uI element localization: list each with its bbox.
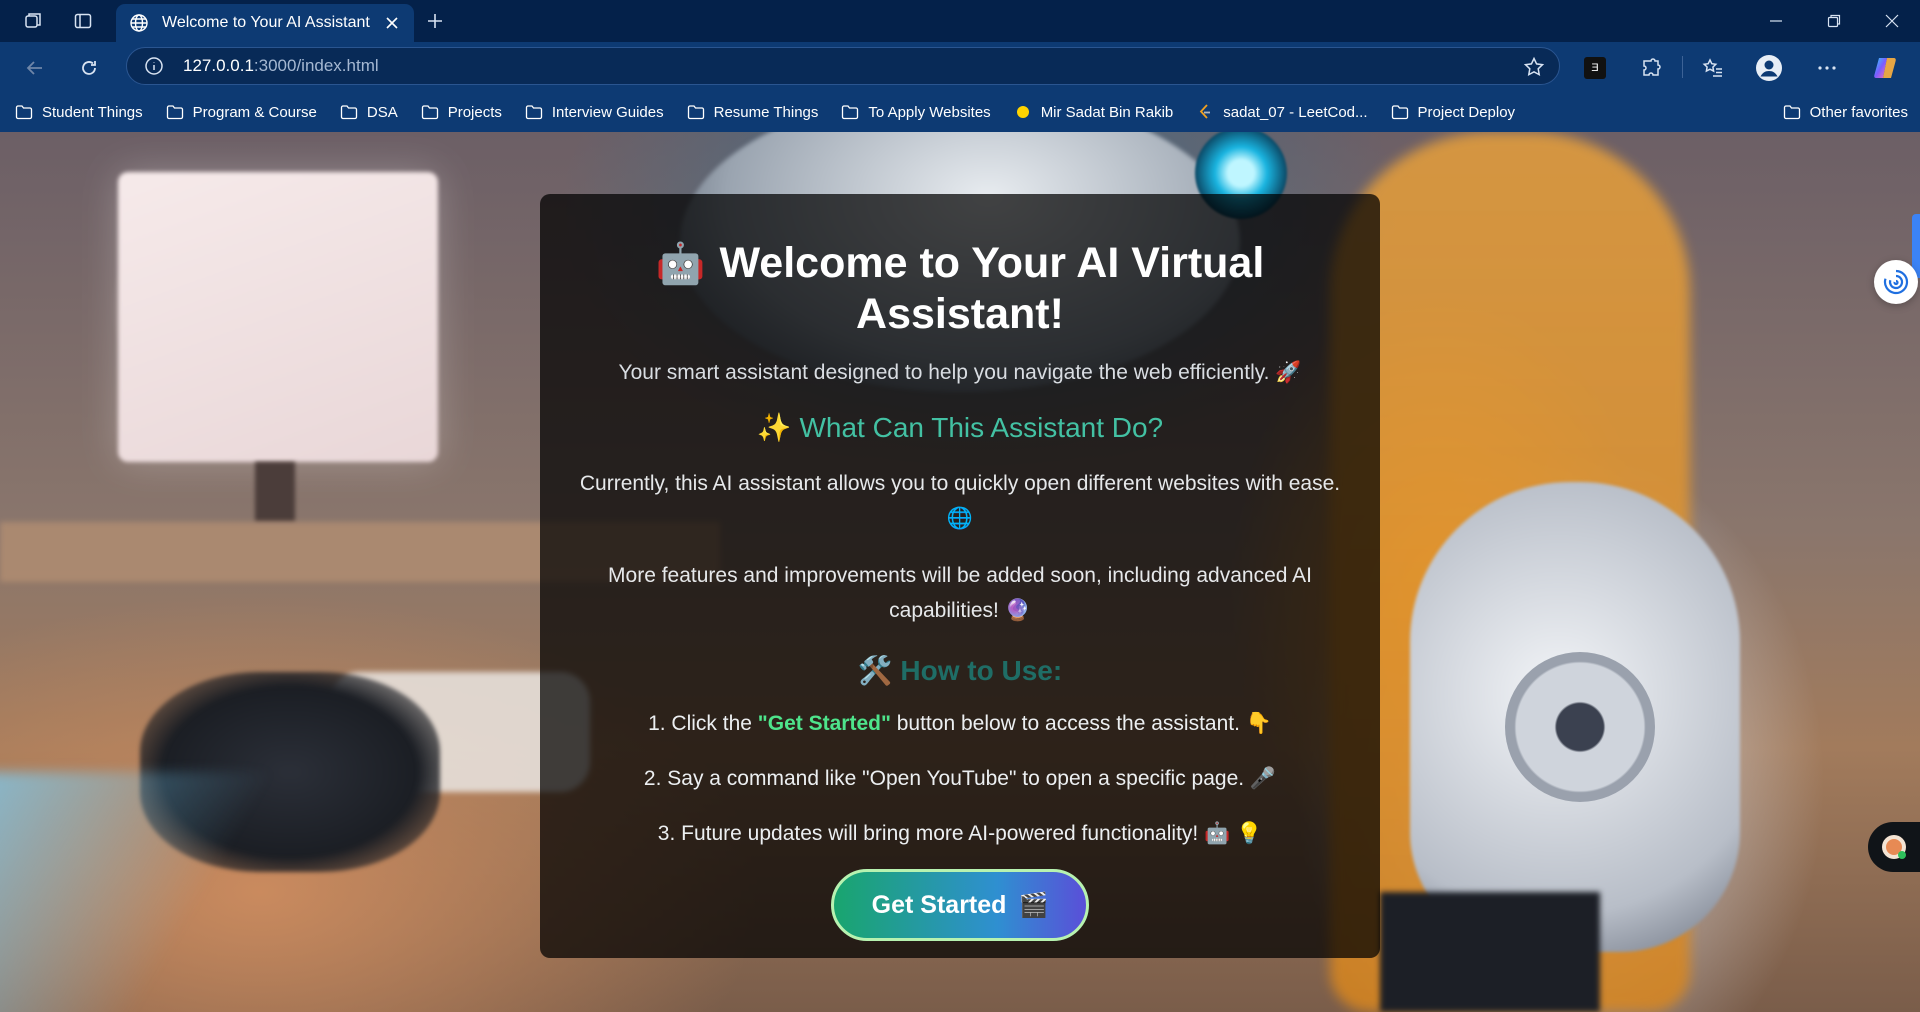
get-started-label: Get Started [871, 890, 1007, 919]
bookmark-dsa[interactable]: DSA [339, 103, 398, 121]
back-icon[interactable] [18, 52, 52, 84]
bookmark-leetcode[interactable]: sadat_07 - LeetCod... [1195, 103, 1368, 121]
bookmark-program-course[interactable]: Program & Course [165, 103, 317, 121]
browser-tab-active[interactable]: Welcome to Your AI Assistant [116, 4, 414, 42]
page-viewport: 🤖 Welcome to Your AI Virtual Assistant! Y… [0, 132, 1920, 1012]
extension-icon[interactable]: Ǝ [1578, 52, 1612, 84]
leetcode-icon [1195, 103, 1215, 121]
background-robot-joint [1505, 652, 1655, 802]
page-subtitle: Your smart assistant designed to help yo… [618, 361, 1302, 384]
close-window-icon[interactable] [1864, 0, 1920, 42]
refresh-icon[interactable] [72, 52, 106, 84]
minimize-icon[interactable] [1748, 0, 1804, 42]
folder-icon [840, 103, 860, 121]
step-1-suffix: button below to access the assistant. 👇 [890, 712, 1272, 735]
page-title: 🤖 Welcome to Your AI Virtual Assistant! [610, 238, 1310, 339]
browser-navbar: 127.0.0.1:3000/index.html Ǝ [0, 42, 1920, 92]
tab-actions-icon[interactable] [70, 8, 96, 34]
bookmark-label: Projects [447, 103, 502, 121]
bookmark-resume-things[interactable]: Resume Things [686, 103, 819, 121]
folder-icon [165, 103, 185, 121]
folder-icon [686, 103, 706, 121]
bookmark-label: Program & Course [192, 103, 317, 121]
folder-icon [420, 103, 440, 121]
bookmark-label: Mir Sadat Bin Rakib [1040, 103, 1174, 121]
bookmark-label: Project Deploy [1417, 103, 1516, 121]
step-3: 3. Future updates will bring more AI-pow… [657, 822, 1263, 845]
background-monitor [118, 172, 438, 462]
more-options-icon[interactable] [1810, 52, 1844, 84]
bookmark-label: sadat_07 - LeetCod... [1223, 103, 1368, 121]
bookmark-interview-guides[interactable]: Interview Guides [524, 103, 664, 121]
close-tab-icon[interactable] [382, 13, 402, 33]
url-path: :3000/index.html [253, 56, 379, 75]
tab-title: Welcome to Your AI Assistant [162, 14, 370, 31]
welcome-card: 🤖 Welcome to Your AI Virtual Assistant! Y… [540, 194, 1380, 958]
workspaces-icon[interactable] [20, 8, 46, 34]
bookmark-to-apply-websites[interactable]: To Apply Websites [840, 103, 991, 121]
clapperboard-icon: 🎬 [1018, 891, 1049, 919]
bookmark-label: Interview Guides [551, 103, 664, 121]
sidebar-assistant-icon[interactable] [1874, 260, 1918, 304]
new-tab-icon[interactable] [420, 8, 450, 34]
bookmark-label: Student Things [42, 103, 143, 121]
site-info-icon[interactable] [143, 55, 165, 77]
page-title-text: Welcome to Your AI Virtual Assistant! [719, 239, 1265, 338]
copilot-icon[interactable] [1868, 52, 1902, 84]
section-what-title: ✨ What Can This Assistant Do? [756, 412, 1164, 443]
background-monitor-stand [255, 462, 295, 522]
get-started-button[interactable]: Get Started 🎬 [831, 869, 1089, 941]
profile-avatar-icon[interactable] [1752, 52, 1786, 84]
other-favorites-label: Other favorites [1809, 103, 1908, 121]
extension-badge: Ǝ [1584, 57, 1606, 79]
folder-icon [14, 103, 34, 121]
bookmarks-bar: Student Things Program & Course DSA Proj… [0, 92, 1920, 132]
background-shadow [1380, 892, 1600, 1012]
globe-icon [128, 12, 150, 34]
step-1-prefix: 1. Click the [648, 712, 758, 735]
bookmark-project-deploy[interactable]: Project Deploy [1390, 103, 1516, 121]
bookmark-label: To Apply Websites [868, 103, 991, 121]
browser-titlebar: Welcome to Your AI Assistant [0, 0, 1920, 42]
section-what-paragraph-2: More features and improvements will be a… [608, 564, 1312, 622]
folder-icon [1390, 103, 1410, 121]
bookmark-student-things[interactable]: Student Things [14, 103, 143, 121]
restore-icon[interactable] [1806, 0, 1862, 42]
extensions-puzzle-icon[interactable] [1634, 52, 1668, 84]
other-favorites[interactable]: Other favorites [1782, 103, 1908, 121]
favorites-list-icon[interactable] [1696, 52, 1730, 84]
bookmark-label: Resume Things [713, 103, 819, 121]
background-glow [0, 772, 320, 1012]
bookmark-label: DSA [366, 103, 398, 121]
toolbar-separator [1682, 56, 1683, 78]
section-how-title: 🛠️ How to Use: [857, 655, 1063, 686]
bookmark-projects[interactable]: Projects [420, 103, 502, 121]
folder-icon [524, 103, 544, 121]
robot-icon: 🤖 [655, 242, 706, 286]
address-bar[interactable]: 127.0.0.1:3000/index.html [126, 47, 1560, 85]
step-1: 1. Click the "Get Started" button below … [540, 707, 1380, 741]
section-what-paragraph-1: Currently, this AI assistant allows you … [579, 472, 1341, 530]
step-2: 2. Say a command like "Open YouTube" to … [643, 767, 1277, 790]
floating-widget-icon[interactable] [1868, 822, 1920, 872]
url-text: 127.0.0.1:3000/index.html [183, 56, 379, 76]
folder-icon [1782, 103, 1802, 121]
url-host: 127.0.0.1 [183, 56, 254, 75]
folder-icon [339, 103, 359, 121]
steps-list: 1. Click the "Get Started" button below … [540, 707, 1380, 851]
favorite-star-icon[interactable] [1523, 56, 1545, 78]
yellow-dot-icon [1013, 103, 1033, 121]
bookmark-mir-sadat-bin-rakib[interactable]: Mir Sadat Bin Rakib [1013, 103, 1174, 121]
step-1-highlight: "Get Started" [757, 712, 891, 735]
